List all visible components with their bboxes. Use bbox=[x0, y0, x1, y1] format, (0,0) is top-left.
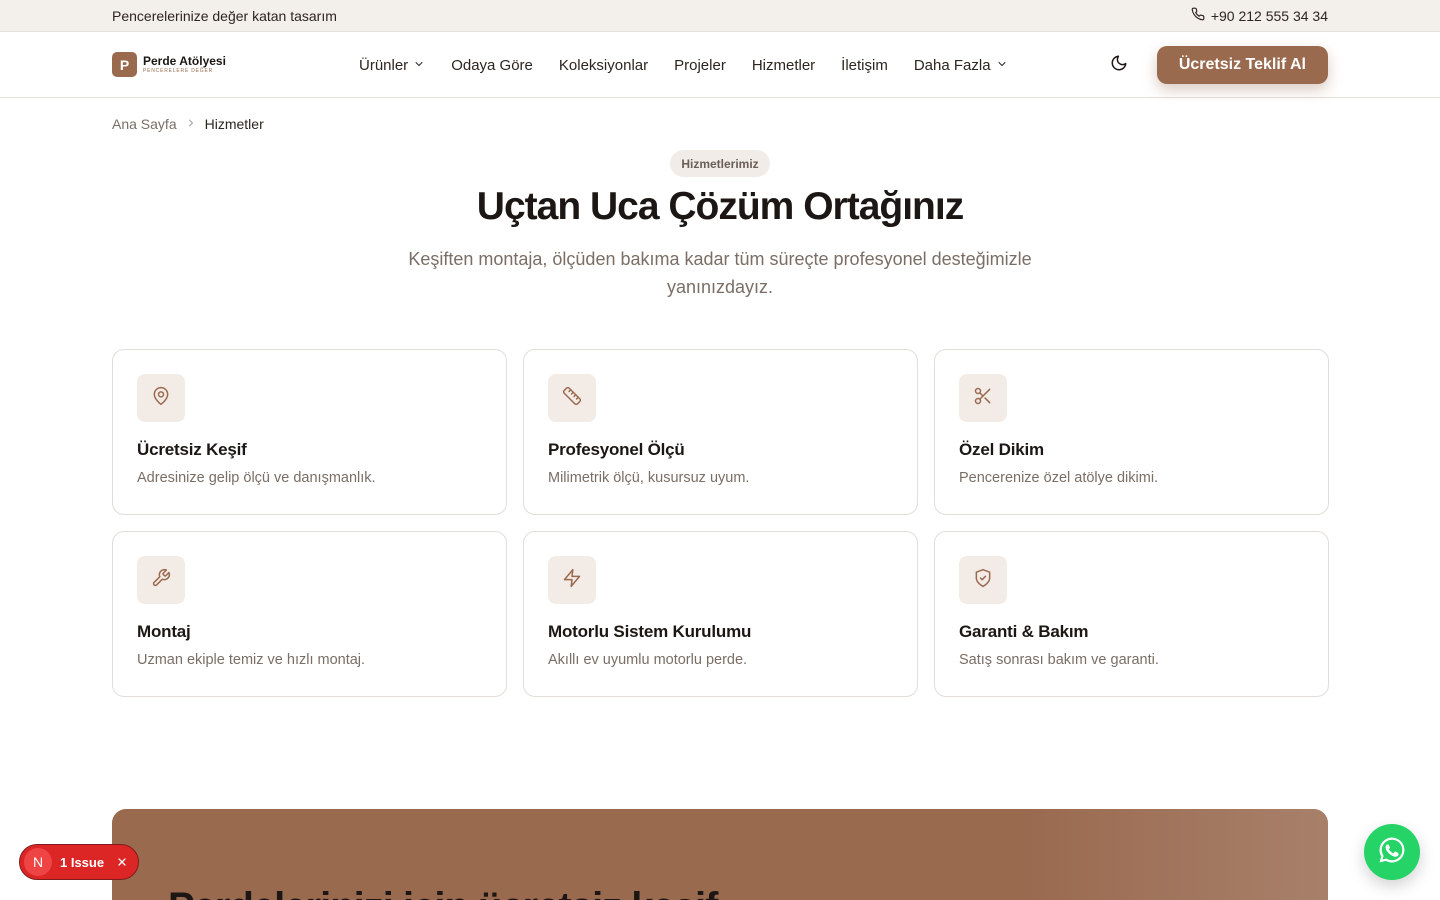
service-title: Motorlu Sistem Kurulumu bbox=[548, 622, 752, 641]
topbar-phone[interactable]: +90 212 555 34 34 bbox=[1191, 7, 1328, 24]
cta-banner: Perdelerinizi için ücretsiz keşif bbox=[112, 809, 1328, 900]
chevron-down-icon bbox=[996, 57, 1008, 74]
nav-item-odaya-gore[interactable]: Odaya Göre bbox=[451, 57, 533, 74]
phone-number: +90 212 555 34 34 bbox=[1210, 7, 1328, 24]
nav-item-daha-fazla[interactable]: Daha Fazla bbox=[914, 57, 1008, 74]
theme-toggle-button[interactable] bbox=[1109, 55, 1129, 75]
topbar-tagline: Pencerelerinize değer katan tasarım bbox=[112, 7, 337, 24]
dev-issues-badge[interactable]: N 1 Issue bbox=[19, 844, 139, 880]
logo-tagline: PENCERELERE DEĞER bbox=[143, 68, 214, 74]
service-title: Özel Dikim bbox=[959, 440, 1044, 459]
nav-item-iletisim[interactable]: İletişim bbox=[841, 57, 888, 74]
service-card-montaj[interactable]: Montaj Uzman ekiple temiz ve hızlı monta… bbox=[112, 531, 507, 697]
issue-count-label: 1 Issue bbox=[60, 854, 105, 870]
wrench-icon bbox=[151, 568, 171, 593]
breadcrumb-current: Hizmetler bbox=[204, 116, 264, 132]
service-card-ucretsiz-kesif[interactable]: Ücretsiz Keşif Adresinize gelip ölçü ve … bbox=[112, 349, 507, 515]
card-icon-box bbox=[548, 556, 596, 604]
service-title: Garanti & Bakım bbox=[959, 622, 1089, 641]
service-description: Milimetrik ölçü, kusursuz uyum. bbox=[548, 470, 750, 486]
service-title: Profesyonel Ölçü bbox=[548, 440, 685, 459]
logo-text: Perde Atölyesi PENCERELERE DEĞER bbox=[143, 55, 226, 74]
whatsapp-button[interactable] bbox=[1364, 824, 1420, 880]
phone-icon bbox=[1191, 7, 1205, 24]
service-card-profesyonel-olcu[interactable]: Profesyonel Ölçü Milimetrik ölçü, kusurs… bbox=[523, 349, 918, 515]
map-pin-icon bbox=[151, 386, 171, 411]
service-title: Ücretsiz Keşif bbox=[137, 440, 247, 459]
service-title: Montaj bbox=[137, 622, 191, 641]
nav-item-label: Hizmetler bbox=[751, 56, 816, 74]
cta-banner-title: Perdelerinizi için ücretsiz keşif bbox=[168, 885, 718, 900]
logo-mark: P bbox=[112, 52, 137, 77]
lightning-icon bbox=[562, 568, 582, 593]
whatsapp-icon bbox=[1377, 835, 1407, 870]
service-description: Akıllı ev uyumlu motorlu perde. bbox=[548, 652, 748, 668]
card-icon-box bbox=[959, 556, 1007, 604]
services-grid: Ücretsiz Keşif Adresinize gelip ölçü ve … bbox=[112, 349, 1329, 697]
nav-right: Ücretsiz Teklif Al bbox=[1109, 32, 1328, 98]
scissors-icon bbox=[973, 386, 993, 411]
nav-item-projeler[interactable]: Projeler bbox=[674, 57, 726, 74]
nav-item-urunler[interactable]: Ürünler bbox=[359, 57, 425, 74]
shield-check-icon bbox=[973, 568, 993, 593]
service-card-motorlu-sistem[interactable]: Motorlu Sistem Kurulumu Akıllı ev uyumlu… bbox=[523, 531, 918, 697]
card-icon-box bbox=[548, 374, 596, 422]
nav-item-label: Ürünler bbox=[359, 56, 409, 74]
page-title: Uçtan Uca Çözüm Ortağınız bbox=[476, 185, 964, 228]
nav-item-label: Koleksiyonlar bbox=[558, 56, 649, 74]
breadcrumb-home[interactable]: Ana Sayfa bbox=[112, 116, 177, 132]
main-navigation: P Perde Atölyesi PENCERELERE DEĞER Ürünl… bbox=[0, 32, 1440, 98]
service-description: Pencerenize özel atölye dikimi. bbox=[959, 470, 1159, 486]
free-quote-button[interactable]: Ücretsiz Teklif Al bbox=[1156, 46, 1328, 84]
service-description: Adresinize gelip ölçü ve danışmanlık. bbox=[137, 470, 376, 486]
top-bar: Pencerelerinize değer katan tasarım +90 … bbox=[0, 0, 1440, 32]
nav-item-hizmetler[interactable]: Hizmetler bbox=[752, 57, 815, 74]
ruler-icon bbox=[562, 386, 582, 411]
moon-icon bbox=[1110, 54, 1128, 77]
close-icon[interactable] bbox=[116, 856, 128, 868]
service-description: Satış sonrası bakım ve garanti. bbox=[959, 652, 1159, 668]
nav-item-label: Daha Fazla bbox=[913, 56, 991, 74]
chevron-right-icon bbox=[185, 116, 197, 132]
section-eyebrow-badge: Hizmetlerimiz bbox=[670, 150, 770, 177]
service-card-ozel-dikim[interactable]: Özel Dikim Pencerenize özel atölye dikim… bbox=[934, 349, 1329, 515]
card-icon-box bbox=[959, 374, 1007, 422]
page-subtitle: Keşiften montaja, ölçüden bakıma kadar t… bbox=[408, 249, 1032, 297]
chevron-down-icon bbox=[413, 57, 425, 74]
nav-item-label: Odaya Göre bbox=[451, 56, 533, 74]
card-icon-box bbox=[137, 556, 185, 604]
nav-menu: Ürünler Odaya Göre Koleksiyonlar Projele… bbox=[359, 32, 1008, 98]
nav-item-label: İletişim bbox=[841, 56, 888, 74]
nav-item-label: Projeler bbox=[674, 56, 726, 74]
breadcrumb: Ana Sayfa Hizmetler bbox=[112, 116, 264, 132]
card-icon-box bbox=[137, 374, 185, 422]
service-description: Uzman ekiple temiz ve hızlı montaj. bbox=[137, 652, 366, 668]
nav-item-koleksiyonlar[interactable]: Koleksiyonlar bbox=[559, 57, 648, 74]
logo-name: Perde Atölyesi bbox=[143, 54, 226, 68]
site-logo[interactable]: P Perde Atölyesi PENCERELERE DEĞER bbox=[112, 52, 226, 77]
service-card-garanti-bakim[interactable]: Garanti & Bakım Satış sonrası bakım ve g… bbox=[934, 531, 1329, 697]
nextjs-logo-icon: N bbox=[24, 848, 52, 876]
